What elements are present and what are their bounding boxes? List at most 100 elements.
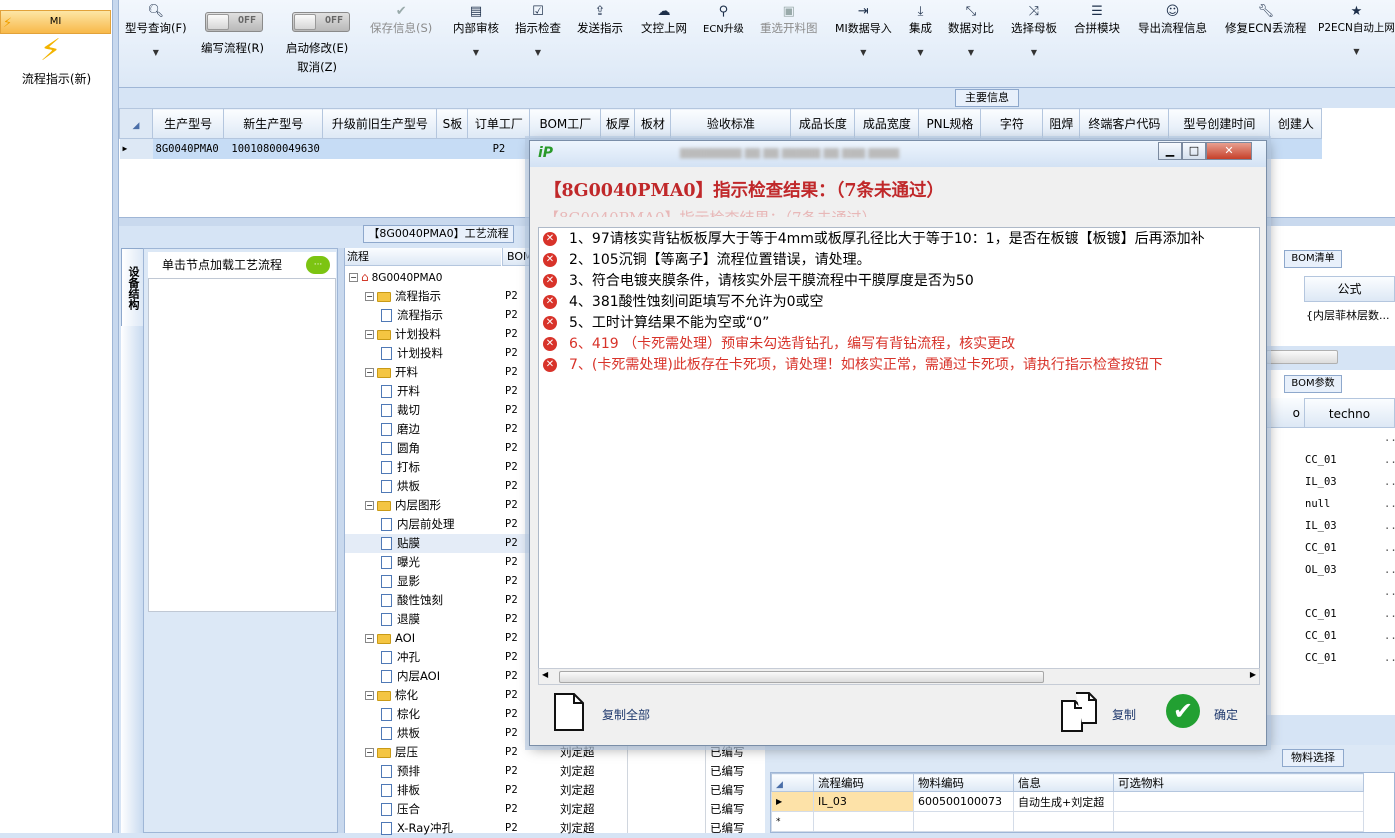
node-list-area[interactable] — [148, 278, 336, 612]
tree-col-flow[interactable]: 流程 — [345, 248, 501, 266]
col-header[interactable]: 验收标准 — [670, 108, 792, 139]
operator-cell[interactable]: 刘定超 — [560, 801, 595, 817]
ok-button[interactable]: 确定 — [1214, 706, 1238, 723]
collapse-icon[interactable]: − — [365, 292, 374, 301]
ellipsis-icon[interactable]: .. — [1384, 586, 1395, 598]
tree-node[interactable]: − 层压 P2 — [345, 743, 531, 762]
cancel-label[interactable]: 取消(Z) — [286, 59, 348, 75]
document-icon[interactable] — [554, 693, 584, 731]
ellipsis-icon[interactable]: .. — [1384, 564, 1395, 576]
lightning-icon[interactable]: ⚡ — [40, 36, 61, 66]
collapse-icon[interactable]: − — [365, 368, 374, 377]
dropdown-arrow-icon[interactable]: ▼ — [453, 48, 499, 57]
table-cell[interactable] — [436, 138, 468, 159]
tree-node[interactable]: 流程指示 P2 — [345, 306, 531, 325]
tree-node[interactable]: 内层前处理 P2 — [345, 515, 531, 534]
dropdown-arrow-icon[interactable]: ▼ — [835, 48, 892, 57]
tree-node[interactable]: 开料 P2 — [345, 382, 531, 401]
new-row[interactable]: * — [771, 811, 1364, 832]
result-list[interactable]: ✕ 1、97请核实背钻板板厚大于等于4mm或板厚孔径比大于等于10：1，是否在板镀… — [538, 227, 1260, 685]
dropdown-arrow-icon[interactable]: ▼ — [1318, 47, 1395, 56]
techno-cell[interactable]: IL_03 — [1305, 520, 1337, 532]
tree-col-bom[interactable]: BOM — [502, 248, 533, 266]
write-flow-toggle[interactable]: OFF — [205, 12, 263, 32]
col-header[interactable]: 创建人 — [1269, 108, 1323, 139]
techno-cell[interactable]: CC_01 — [1305, 608, 1337, 620]
reselect-cut-image-button[interactable]: ▣ 重选开料图 — [760, 4, 818, 36]
col-header[interactable]: 终端客户代码 — [1079, 108, 1170, 139]
check-result-item[interactable]: ✕ 6、419 （卡死需处理）预审未勾选背钻孔，编写有背钻流程，核实更改 — [543, 334, 1015, 355]
send-instruction-button[interactable]: ⇪ 发送指示 — [577, 4, 623, 36]
ellipsis-icon[interactable]: .. — [1384, 630, 1395, 642]
techno-cell[interactable]: OL_03 — [1305, 564, 1337, 576]
table-cell[interactable]: 600500100073 — [913, 791, 1014, 812]
internal-review-button[interactable]: ▤ 内部审核 ▼ — [453, 4, 499, 57]
col-header[interactable]: 板材 — [634, 108, 672, 139]
status-cell[interactable]: 已编写 — [710, 820, 745, 836]
minimize-button[interactable]: ▁ — [1158, 142, 1182, 160]
tree-node[interactable]: 显影 P2 — [345, 572, 531, 591]
col-header[interactable]: 阻焊 — [1042, 108, 1081, 139]
ellipsis-icon[interactable]: .. — [1384, 520, 1395, 532]
copy-button[interactable]: 复制 — [1112, 706, 1136, 723]
operator-cell[interactable]: 刘定超 — [560, 744, 595, 760]
col-header[interactable]: 字符 — [980, 108, 1044, 139]
scroll-left-icon[interactable]: ◀ — [542, 670, 548, 679]
col-header[interactable]: 板厚 — [600, 108, 636, 139]
check-circle-icon[interactable]: ✔ — [1166, 694, 1200, 728]
ellipsis-icon[interactable]: .. — [1384, 652, 1395, 664]
col-header[interactable]: 新生产型号 — [223, 108, 324, 139]
ellipsis-icon[interactable]: .. — [1384, 476, 1395, 488]
maximize-button[interactable]: □ — [1182, 142, 1206, 160]
col-header[interactable]: 成品宽度 — [854, 108, 920, 139]
collapse-icon[interactable]: − — [349, 273, 358, 282]
close-button[interactable]: ✕ — [1206, 142, 1252, 160]
tree-node[interactable]: 打标 P2 — [345, 458, 531, 477]
nav-item-flow-instruction[interactable]: 流程指示(新) — [0, 70, 113, 87]
copy-icon[interactable] — [1060, 691, 1102, 733]
scrollbar-thumb[interactable] — [559, 671, 1044, 683]
mi-data-import-button[interactable]: ⇥ MI数据导入 ▼ — [835, 4, 892, 57]
tree-node[interactable]: 内层AOI P2 — [345, 667, 531, 686]
col-header[interactable]: S板 — [436, 108, 469, 139]
tree-node[interactable]: 退膜 P2 — [345, 610, 531, 629]
tree-node[interactable]: − 计划投料 P2 — [345, 325, 531, 344]
col-header-formula[interactable]: 公式 — [1304, 276, 1395, 302]
mi-tab[interactable]: ⚡ MI — [0, 10, 111, 34]
collapse-icon[interactable]: − — [365, 501, 374, 510]
col-header[interactable]: 物料编码 — [913, 773, 1014, 792]
tree-node[interactable]: 烘板 P2 — [345, 477, 531, 496]
ecn-upgrade-button[interactable]: ⚲ ECN升级 — [703, 4, 744, 35]
col-header[interactable]: 型号创建时间 — [1168, 108, 1271, 139]
p2ecn-auto-online-button[interactable]: ★ P2ECN自动上网 ▼ — [1318, 4, 1395, 56]
fix-ecn-lost-flow-button[interactable]: 🔧︎ 修复ECN丢流程 — [1225, 4, 1306, 36]
tree-node[interactable]: 磨边 P2 — [345, 420, 531, 439]
formula-cell[interactable]: {内层菲林层数... — [1304, 306, 1395, 326]
model-query-button[interactable]: 🔍︎ 型号查询(F) ▼ — [125, 4, 187, 57]
copy-all-button[interactable]: 复制全部 — [602, 706, 650, 723]
tree-node[interactable]: 曝光 P2 — [345, 553, 531, 572]
start-modify-toggle[interactable]: OFF — [292, 12, 350, 32]
table-cell[interactable] — [1113, 791, 1364, 812]
instruction-check-button[interactable]: ☑ 指示检查 ▼ — [515, 4, 561, 57]
collapse-icon[interactable]: − — [365, 330, 374, 339]
tree-node[interactable]: − ⌂ 8G0040PMA0 — [345, 268, 531, 287]
dropdown-arrow-icon[interactable]: ▼ — [515, 48, 561, 57]
operator-cell[interactable]: 刘定超 — [560, 782, 595, 798]
tab-device-structure[interactable]: 设备结构 — [121, 248, 143, 328]
dialog-titlebar[interactable]: iP ▇▇▇▇▇▇▇▇ ▇▇ ▇▇ ▇▇▇▇▇ ▇▇ ▇▇▇ ▇▇▇▇ ▁ □ … — [530, 141, 1266, 167]
save-info-button[interactable]: ✔ 保存信息(S) — [370, 4, 432, 36]
col-header[interactable]: 流程编码 — [813, 773, 914, 792]
collapse-icon[interactable]: − — [365, 748, 374, 757]
tree-node[interactable]: 计划投料 P2 — [345, 344, 531, 363]
dropdown-arrow-icon[interactable]: ▼ — [125, 48, 187, 57]
ellipsis-icon[interactable]: .. — [1384, 454, 1395, 466]
data-compare-button[interactable]: ⤡ 数据对比 ▼ — [948, 4, 994, 57]
scroll-right-icon[interactable]: ▶ — [1250, 670, 1256, 679]
table-cell[interactable]: IL_03 — [813, 791, 914, 812]
status-cell[interactable]: 已编写 — [710, 801, 745, 817]
ellipsis-icon[interactable]: .. — [1384, 542, 1395, 554]
doc-control-online-button[interactable]: ☁ 文控上网 — [641, 4, 687, 36]
collapse-icon[interactable]: − — [365, 691, 374, 700]
check-result-item[interactable]: ✕ 1、97请核实背钻板板厚大于等于4mm或板厚孔径比大于等于10：1，是否在板镀… — [543, 229, 1205, 250]
